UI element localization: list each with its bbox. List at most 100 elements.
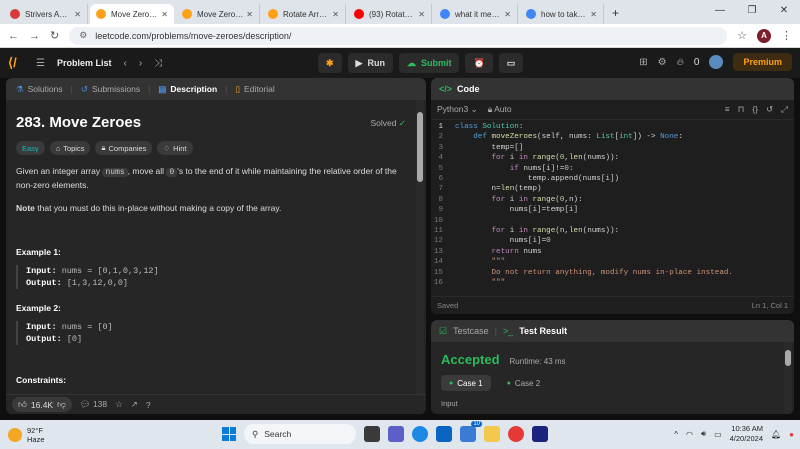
timer-button[interactable]: ⏰ — [465, 53, 493, 73]
taskbar-search[interactable]: ⚲ Search — [244, 424, 356, 444]
edge-icon[interactable] — [412, 426, 428, 442]
tag-label: Topics — [63, 143, 85, 153]
next-problem-icon[interactable]: › — [139, 58, 142, 69]
chrome-icon[interactable] — [508, 426, 524, 442]
debug-button[interactable]: ✱ — [318, 53, 342, 73]
shuffle-icon[interactable]: ⤨ — [154, 58, 162, 69]
code-line: 16 """ — [431, 278, 794, 288]
url-field[interactable]: ⚙ leetcode.com/problems/move-zeroes/desc… — [69, 26, 728, 45]
restore-icon[interactable]: ❐ — [736, 0, 768, 24]
task-view-icon[interactable] — [364, 426, 380, 442]
notification-bell-icon[interactable]: 🔔︎ — [771, 430, 781, 439]
problem-list-link[interactable]: Problem List — [57, 58, 112, 68]
settings-gear-icon[interactable]: ⚙ — [658, 57, 667, 68]
forward-icon[interactable]: → — [29, 30, 40, 42]
like-button[interactable]: 👍︎ 16.4K 👎︎ — [12, 397, 72, 412]
text: , move all — [127, 166, 167, 176]
reload-icon[interactable]: ↻ — [50, 29, 59, 42]
code-editor[interactable]: 1 class Solution: 2 def moveZeroes(self, … — [431, 120, 794, 289]
battery-icon[interactable]: ▭ — [714, 430, 722, 439]
bookmark-star-icon[interactable]: ☆ — [737, 29, 747, 42]
help-icon[interactable]: ? — [146, 400, 151, 410]
scrollbar-thumb[interactable] — [417, 112, 423, 182]
tab-description[interactable]: ▤ Description — [154, 84, 221, 95]
file-explorer-icon[interactable] — [484, 426, 500, 442]
scrollbar-thumb[interactable] — [785, 350, 791, 366]
close-icon[interactable]: ✕ — [74, 10, 81, 19]
user-avatar[interactable] — [709, 55, 724, 69]
close-icon[interactable]: ✕ — [590, 10, 597, 19]
back-icon[interactable]: ← — [8, 30, 19, 42]
browser-tab[interactable]: Rotate Array - L ✕ — [262, 4, 346, 24]
date: 4/20/2024 — [729, 434, 763, 443]
weather-widget[interactable]: 92°F Haze — [8, 426, 45, 444]
close-icon[interactable]: ✕ — [504, 10, 511, 19]
browser-tab[interactable]: Move Zeroes - L ✕ — [176, 4, 260, 24]
thumbs-down-icon[interactable]: 👎︎ — [57, 399, 66, 410]
result-scrollbar[interactable] — [784, 342, 792, 414]
close-icon[interactable]: ✕ — [332, 10, 339, 19]
browser-tab[interactable]: Strivers A2Z DSA ✕ — [4, 4, 88, 24]
note-label: Note — [16, 203, 35, 213]
layout-grid-icon[interactable]: ⊞ — [639, 57, 647, 68]
mail-icon[interactable] — [436, 426, 452, 442]
format-icon[interactable]: ≡ — [725, 104, 730, 115]
close-icon[interactable]: ✕ — [418, 10, 425, 19]
close-icon[interactable]: ✕ — [161, 10, 168, 19]
language-select[interactable]: Python3 ⌄ — [437, 104, 478, 115]
browser-tab-active[interactable]: Move Zeroes - L ✕ — [90, 4, 174, 24]
braces-icon[interactable]: {} — [752, 104, 758, 115]
workspace: ⚗ Solutions | ↺ Submissions | ▤ Description… — [0, 78, 800, 418]
tab-solutions[interactable]: ⚗ Solutions — [12, 84, 67, 95]
companies-tag[interactable]: 🔒︎ Companies — [95, 141, 153, 155]
tab-test-result[interactable]: Test Result — [519, 326, 567, 336]
close-window-icon[interactable]: ✕ — [768, 0, 800, 24]
divider: | — [225, 84, 228, 94]
hint-tag[interactable]: ♢ Hint — [157, 141, 193, 155]
case-2-tab[interactable]: ● Case 2 — [499, 375, 549, 391]
close-icon[interactable]: ✕ — [246, 10, 253, 19]
windows-start-icon[interactable] — [222, 427, 236, 441]
reset-icon[interactable]: ↺ — [766, 104, 773, 115]
problem-description: 283. Move Zeroes Solved ✓ Easy ⌂ Topics 🔒… — [6, 100, 426, 392]
run-button[interactable]: ▶ Run — [347, 53, 393, 73]
prev-problem-icon[interactable]: ‹ — [123, 58, 126, 69]
expand-icon[interactable]: ⤢ — [781, 104, 788, 115]
teams-icon[interactable] — [388, 426, 404, 442]
topics-tag[interactable]: ⌂ Topics — [49, 141, 91, 155]
streak-fire-icon[interactable]: 🔥︎ — [677, 57, 684, 68]
browser-tab[interactable]: how to take scr ✕ — [520, 4, 604, 24]
site-settings-icon[interactable]: ⚙ — [79, 30, 87, 41]
case-1-tab[interactable]: ● Case 1 — [441, 375, 491, 391]
minimize-icon[interactable]: — — [704, 0, 736, 24]
problem-title[interactable]: 283. Move Zeroes — [16, 114, 416, 131]
play-icon: ▶ — [355, 57, 363, 68]
autocomplete-toggle[interactable]: 🔒︎ Auto — [488, 104, 512, 115]
submit-button[interactable]: ☁ Submit — [398, 53, 460, 73]
tab-testcase[interactable]: Testcase — [453, 326, 489, 336]
profile-avatar[interactable]: A — [757, 28, 771, 43]
terminal-app-icon[interactable] — [532, 426, 548, 442]
star-icon[interactable]: ☆ — [115, 399, 123, 410]
share-icon[interactable]: ↗ — [131, 399, 138, 410]
description-scrollbar[interactable] — [416, 100, 424, 394]
store-icon[interactable]: 10 — [460, 421, 482, 442]
menu-kebab-icon[interactable]: ⋮ — [781, 29, 792, 42]
tab-submissions[interactable]: ↺ Submissions — [77, 84, 144, 95]
color-palette-icon[interactable]: ● — [789, 430, 794, 439]
clock[interactable]: 10:36 AM 4/20/2024 — [730, 424, 763, 444]
tab-editorial[interactable]: ▯ Editorial — [231, 84, 278, 95]
browser-tab[interactable]: (93) Rotate Arra ✕ — [348, 4, 432, 24]
premium-button[interactable]: Premium — [733, 53, 792, 71]
new-tab-button[interactable]: + — [612, 6, 619, 20]
leetcode-logo-icon[interactable]: ⟨/ — [8, 55, 24, 71]
bookmark-icon[interactable]: ⊓ — [738, 104, 745, 115]
browser-tab[interactable]: what it mean in ✕ — [434, 4, 518, 24]
volume-icon[interactable]: 🔊︎ — [701, 429, 706, 439]
terminal-icon: >_ — [502, 326, 514, 336]
notes-button[interactable]: ▭ — [498, 53, 524, 73]
wifi-icon[interactable]: ◠ — [686, 430, 693, 439]
checkbox-icon: ☑ — [439, 325, 448, 336]
chevron-up-icon[interactable]: ^ — [674, 430, 678, 439]
comments-button[interactable]: 💬︎ 138 — [80, 399, 107, 410]
